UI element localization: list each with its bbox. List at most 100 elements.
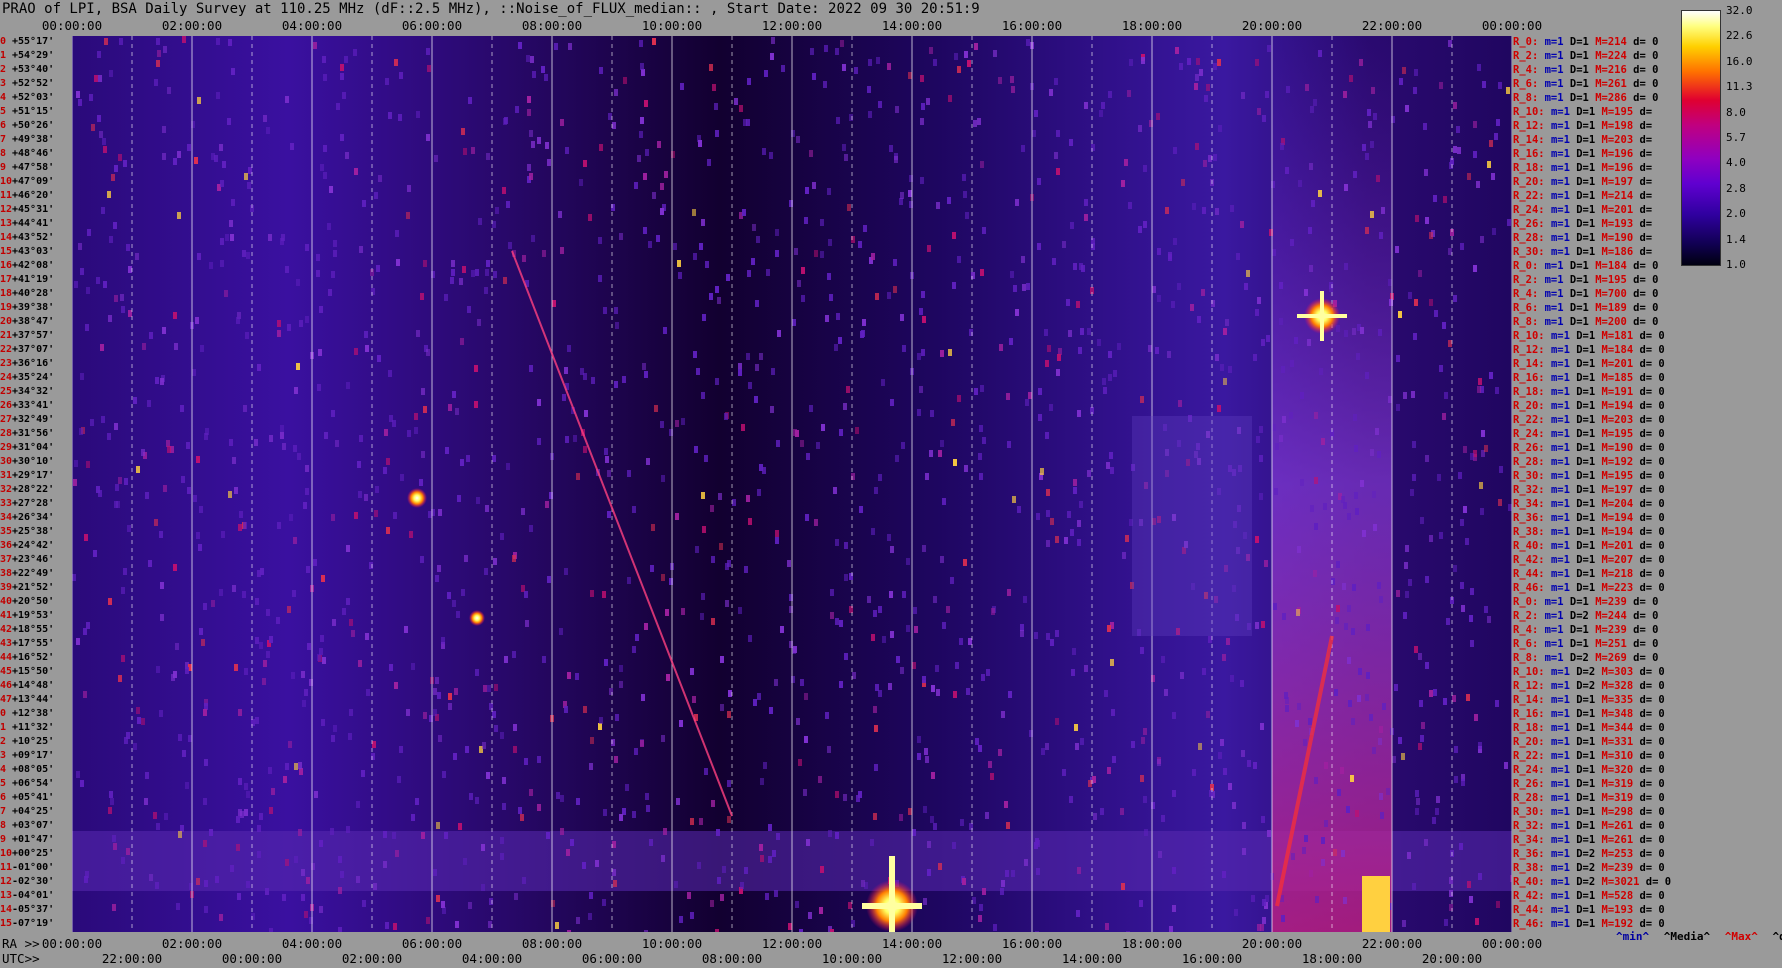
noise-pixel [428,511,432,518]
noise-pixel [890,399,894,406]
stat-max: M=196 [1601,162,1640,174]
noise-pixel [695,546,699,553]
stat-max: M=239 [1601,862,1640,874]
declination-index: 11 [0,862,13,873]
noise-pixel [1324,762,1328,769]
noise-pixel [692,696,696,703]
noise-pixel [1157,248,1161,255]
noise-pixel [1260,924,1264,931]
noise-pixel [1420,517,1424,524]
noise-pixel [495,207,499,214]
stat-row: R_20: m=1 D=1 M=194 d= 0 [1513,400,1665,412]
noise-pixel [196,456,200,463]
noise-pixel [1395,246,1399,253]
noise-pixel [748,635,752,642]
declination-value: +51°15' [12,106,55,117]
noise-pixel [763,762,767,769]
noise-pixel [280,425,284,432]
declination-index: 26 [0,400,13,411]
noise-pixel [1415,790,1419,797]
noise-pixel [301,869,305,876]
stat-receiver: R_28: [1513,456,1551,468]
stat-min: m=1 [1544,78,1570,90]
noise-pixel [463,148,467,155]
noise-pixel [1444,392,1448,399]
noise-pixel [693,253,697,260]
noise-pixel [394,682,398,689]
noise-pixel [1415,215,1419,222]
noise-pixel [1404,562,1408,569]
noise-pixel [1416,798,1420,805]
noise-pixel [524,758,528,765]
stat-row: R_22: m=1 D=1 M=214 d= [1513,190,1652,202]
noise-pixel [1240,221,1244,228]
noise-pixel [646,458,650,465]
spectrogram-plot[interactable] [72,36,1512,932]
noise-pixel [1168,252,1172,259]
noise-pixel [681,608,685,615]
stat-median: D=1 [1576,540,1602,552]
noise-pixel [277,320,281,327]
noise-pixel [1020,624,1024,631]
noise-pixel [1057,354,1061,361]
noise-pixel [305,316,309,323]
noise-pixel [1279,318,1283,325]
noise-pixel [940,350,944,357]
noise-pixel [836,313,840,320]
noise-pixel [893,286,897,293]
noise-pixel [1379,232,1383,239]
noise-pixel [423,406,427,413]
noise-pixel [1478,378,1482,385]
stat-receiver: R_16: [1513,148,1551,160]
noise-pixel [1352,328,1356,335]
stat-deviation: d= 0 [1639,568,1665,580]
noise-pixel [173,564,177,571]
stat-max: M=239 [1595,596,1634,608]
stat-receiver: R_38: [1513,862,1551,874]
noise-pixel [531,141,535,148]
noise-pixel [844,154,848,161]
noise-pixel [171,674,175,681]
stat-receiver: R_24: [1513,204,1551,216]
declination-row: 7 +49°38' [0,134,54,145]
stat-max: M=198 [1601,120,1640,132]
noise-pixel [319,648,323,655]
noise-pixel [888,683,892,690]
stat-max: M=261 [1601,820,1640,832]
noise-pixel [887,534,891,541]
stat-min: m=1 [1550,862,1577,874]
noise-pixel [1007,589,1011,596]
noise-pixel [711,556,715,563]
noise-pixel [1143,221,1147,228]
noise-pixel [604,448,608,455]
noise-pixel [1494,133,1498,140]
noise-pixel [619,814,623,821]
noise-pixel [1066,299,1070,306]
noise-pixel [1480,508,1484,515]
declination-value: +06°54' [12,778,55,789]
noise-pixel [1321,859,1325,866]
noise-pixel [321,575,325,582]
stat-median: D=1 [1576,792,1602,804]
noise-pixel [426,48,430,55]
noise-pixel [266,651,270,658]
noise-pixel [1084,102,1088,109]
stat-row: R_12: m=1 D=2 M=328 d= 0 [1513,680,1665,692]
noise-pixel [588,913,592,920]
stat-median: D=1 [1569,316,1596,328]
top-axis-tick: 06:00:00 [401,18,463,33]
noise-pixel [1305,84,1309,91]
noise-pixel [485,505,489,512]
noise-pixel [1069,139,1073,146]
utc-axis-tick: 06:00:00 [581,951,643,966]
noise-pixel [448,404,452,411]
noise-pixel [234,664,238,671]
declination-index: 30 [0,456,13,467]
stat-deviation: d= 0 [1639,834,1665,846]
noise-pixel [1102,378,1106,385]
noise-pixel [1314,477,1318,484]
noise-pixel [455,408,459,415]
noise-pixel [203,798,207,805]
declination-value: +24°42' [12,540,55,551]
noise-pixel [566,849,570,856]
